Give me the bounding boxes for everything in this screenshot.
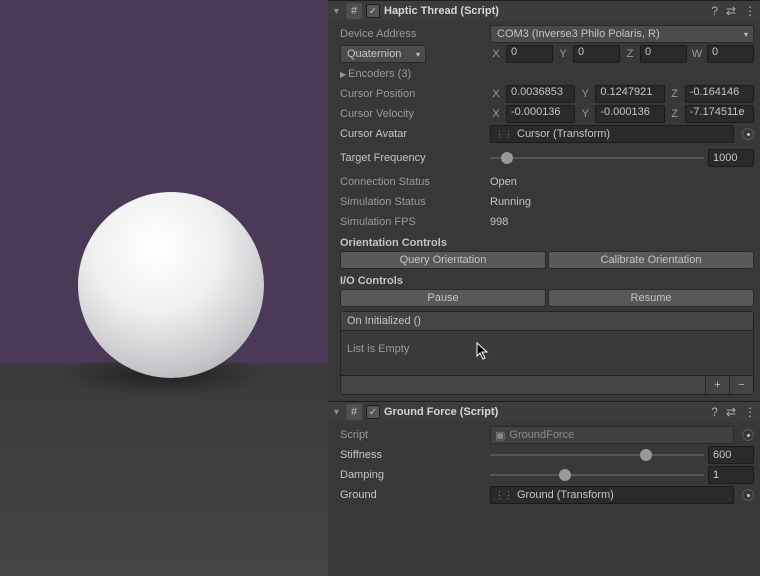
objectfield-ground[interactable]: ⋮⋮Ground (Transform) [490, 486, 734, 504]
query-orientation-button[interactable]: Query Orientation [340, 251, 546, 269]
menu-icon[interactable]: ⋮ [744, 405, 756, 419]
inspector-panel: ▼ # ✓ Haptic Thread (Script) ? ⇄ ⋮ Devic… [328, 0, 760, 576]
help-icon[interactable]: ? [711, 405, 718, 419]
object-picker-icon[interactable] [742, 429, 754, 441]
component-title: Haptic Thread (Script) [384, 5, 707, 17]
input-cursorvel-y[interactable]: -0.000136 [595, 105, 664, 123]
enable-checkbox[interactable]: ✓ [366, 405, 380, 419]
input-rot-z[interactable]: 0 [640, 45, 687, 63]
label-device-address: Device Address [340, 28, 490, 40]
script-icon: # [346, 3, 362, 19]
value-simulation-fps: 998 [490, 216, 508, 228]
label-stiffness: Stiffness [340, 449, 490, 461]
calibrate-orientation-button[interactable]: Calibrate Orientation [548, 251, 754, 269]
label-ground: Ground [340, 489, 490, 501]
dropdown-device-address[interactable]: COM3 (Inverse3 Philo Polaris, R) [490, 25, 754, 43]
input-damping[interactable]: 1 [708, 466, 754, 484]
scene-viewport[interactable] [0, 0, 328, 576]
slider-stiffness[interactable] [490, 446, 704, 464]
foldout-encoders[interactable]: ▶Encoders (3) [340, 68, 411, 80]
heading-io-controls: I/O Controls [340, 275, 754, 287]
event-add-button[interactable]: + [705, 376, 729, 394]
slider-damping[interactable] [490, 466, 704, 484]
menu-icon[interactable]: ⋮ [744, 4, 756, 18]
unity-event-box: On Initialized () List is Empty + − [340, 311, 754, 395]
input-target-frequency[interactable]: 1000 [708, 149, 754, 167]
transform-icon: ⋮⋮ [495, 129, 513, 140]
input-cursorvel-x[interactable]: -0.000136 [506, 105, 575, 123]
pause-button[interactable]: Pause [340, 289, 546, 307]
label-cursor-avatar: Cursor Avatar [340, 128, 490, 140]
axis-z-label: Z [624, 48, 636, 60]
enable-checkbox[interactable]: ✓ [366, 4, 380, 18]
slider-target-frequency[interactable] [490, 149, 704, 167]
axis-x-label: X [490, 48, 502, 60]
input-cursorpos-y[interactable]: 0.1247921 [595, 85, 664, 103]
scriptfield-groundforce: ▣GroundForce [490, 426, 734, 444]
label-cursor-velocity: Cursor Velocity [340, 108, 490, 120]
component-title: Ground Force (Script) [384, 406, 707, 418]
input-cursorvel-z[interactable]: -7.174511e [685, 105, 754, 123]
input-cursorpos-z[interactable]: -0.164146 [685, 85, 754, 103]
label-simulation-status: Simulation Status [340, 196, 490, 208]
label-damping: Damping [340, 469, 490, 481]
value-simulation-status: Running [490, 196, 531, 208]
transform-icon: ⋮⋮ [495, 490, 513, 501]
event-empty-text: List is Empty [341, 331, 753, 375]
component-header[interactable]: ▼ # ✓ Haptic Thread (Script) ? ⇄ ⋮ [328, 1, 760, 21]
label-target-frequency: Target Frequency [340, 152, 490, 164]
sphere-mesh [78, 192, 264, 378]
value-connection-status: Open [490, 176, 517, 188]
resume-button[interactable]: Resume [548, 289, 754, 307]
help-icon[interactable]: ? [711, 4, 718, 18]
preset-icon[interactable]: ⇄ [726, 4, 736, 18]
foldout-icon: ▼ [332, 407, 342, 417]
component-ground-force: ▼ # ✓ Ground Force (Script) ? ⇄ ⋮ Script… [328, 401, 760, 512]
axis-y-label: Y [557, 48, 569, 60]
heading-orientation-controls: Orientation Controls [340, 237, 754, 249]
label-connection-status: Connection Status [340, 176, 490, 188]
component-haptic-thread: ▼ # ✓ Haptic Thread (Script) ? ⇄ ⋮ Devic… [328, 0, 760, 401]
foldout-icon: ▼ [332, 6, 342, 16]
input-rot-y[interactable]: 0 [573, 45, 620, 63]
input-cursorpos-x[interactable]: 0.0036853 [506, 85, 575, 103]
script-icon: # [346, 404, 362, 420]
label-cursor-position: Cursor Position [340, 88, 490, 100]
input-rot-x[interactable]: 0 [506, 45, 553, 63]
input-rot-w[interactable]: 0 [707, 45, 754, 63]
event-header: On Initialized () [341, 312, 753, 331]
dropdown-rotation-mode[interactable]: Quaternion [340, 45, 426, 63]
object-picker-icon[interactable] [742, 128, 754, 140]
component-header[interactable]: ▼ # ✓ Ground Force (Script) ? ⇄ ⋮ [328, 402, 760, 422]
preset-icon[interactable]: ⇄ [726, 405, 736, 419]
label-script: Script [340, 429, 490, 441]
event-remove-button[interactable]: − [729, 376, 753, 394]
input-stiffness[interactable]: 600 [708, 446, 754, 464]
objectfield-cursor-avatar[interactable]: ⋮⋮Cursor (Transform) [490, 125, 734, 143]
csharp-icon: ▣ [495, 429, 505, 442]
axis-w-label: W [691, 48, 703, 60]
object-picker-icon[interactable] [742, 489, 754, 501]
label-simulation-fps: Simulation FPS [340, 216, 490, 228]
